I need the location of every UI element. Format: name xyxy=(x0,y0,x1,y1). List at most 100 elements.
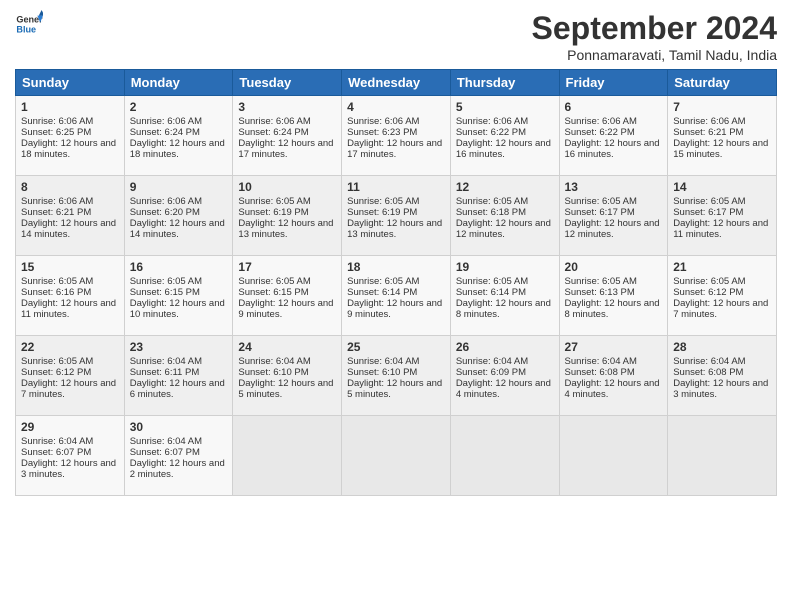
day-number: 1 xyxy=(21,100,119,114)
month-title: September 2024 xyxy=(532,10,777,47)
sunset: Sunset: 6:07 PM xyxy=(21,447,91,458)
sunrise: Sunrise: 6:06 AM xyxy=(456,116,528,127)
daylight: Daylight: 12 hours and 4 minutes. xyxy=(565,378,660,400)
logo-icon: General Blue xyxy=(15,10,43,38)
table-row: 13Sunrise: 6:05 AMSunset: 6:17 PMDayligh… xyxy=(559,176,668,256)
sunset: Sunset: 6:21 PM xyxy=(21,207,91,218)
col-monday: Monday xyxy=(124,70,233,96)
sunset: Sunset: 6:22 PM xyxy=(456,127,526,138)
sunrise: Sunrise: 6:05 AM xyxy=(21,356,93,367)
sunset: Sunset: 6:14 PM xyxy=(347,287,417,298)
sunrise: Sunrise: 6:05 AM xyxy=(21,276,93,287)
sunrise: Sunrise: 6:05 AM xyxy=(238,276,310,287)
day-number: 20 xyxy=(565,260,663,274)
calendar-week: 15Sunrise: 6:05 AMSunset: 6:16 PMDayligh… xyxy=(16,256,777,336)
sunset: Sunset: 6:10 PM xyxy=(238,367,308,378)
daylight: Daylight: 12 hours and 14 minutes. xyxy=(21,218,116,240)
sunrise: Sunrise: 6:05 AM xyxy=(347,196,419,207)
col-thursday: Thursday xyxy=(450,70,559,96)
header-row: Sunday Monday Tuesday Wednesday Thursday… xyxy=(16,70,777,96)
sunrise: Sunrise: 6:06 AM xyxy=(130,196,202,207)
sunrise: Sunrise: 6:05 AM xyxy=(130,276,202,287)
sunrise: Sunrise: 6:05 AM xyxy=(565,196,637,207)
daylight: Daylight: 12 hours and 14 minutes. xyxy=(130,218,225,240)
day-number: 15 xyxy=(21,260,119,274)
table-row xyxy=(450,416,559,496)
col-tuesday: Tuesday xyxy=(233,70,342,96)
daylight: Daylight: 12 hours and 12 minutes. xyxy=(456,218,551,240)
sunset: Sunset: 6:19 PM xyxy=(238,207,308,218)
day-number: 17 xyxy=(238,260,336,274)
sunset: Sunset: 6:15 PM xyxy=(238,287,308,298)
sunset: Sunset: 6:08 PM xyxy=(673,367,743,378)
sunset: Sunset: 6:12 PM xyxy=(21,367,91,378)
sunrise: Sunrise: 6:05 AM xyxy=(238,196,310,207)
table-row: 12Sunrise: 6:05 AMSunset: 6:18 PMDayligh… xyxy=(450,176,559,256)
table-row: 4Sunrise: 6:06 AMSunset: 6:23 PMDaylight… xyxy=(342,96,451,176)
sunset: Sunset: 6:22 PM xyxy=(565,127,635,138)
daylight: Daylight: 12 hours and 12 minutes. xyxy=(565,218,660,240)
daylight: Daylight: 12 hours and 5 minutes. xyxy=(347,378,442,400)
sunset: Sunset: 6:20 PM xyxy=(130,207,200,218)
day-number: 23 xyxy=(130,340,228,354)
table-row: 18Sunrise: 6:05 AMSunset: 6:14 PMDayligh… xyxy=(342,256,451,336)
day-number: 27 xyxy=(565,340,663,354)
sunrise: Sunrise: 6:06 AM xyxy=(130,116,202,127)
sunrise: Sunrise: 6:04 AM xyxy=(673,356,745,367)
day-number: 14 xyxy=(673,180,771,194)
sunset: Sunset: 6:21 PM xyxy=(673,127,743,138)
calendar-week: 1Sunrise: 6:06 AMSunset: 6:25 PMDaylight… xyxy=(16,96,777,176)
day-number: 30 xyxy=(130,420,228,434)
sunset: Sunset: 6:25 PM xyxy=(21,127,91,138)
table-row: 5Sunrise: 6:06 AMSunset: 6:22 PMDaylight… xyxy=(450,96,559,176)
table-row: 21Sunrise: 6:05 AMSunset: 6:12 PMDayligh… xyxy=(668,256,777,336)
table-row: 30Sunrise: 6:04 AMSunset: 6:07 PMDayligh… xyxy=(124,416,233,496)
table-row: 27Sunrise: 6:04 AMSunset: 6:08 PMDayligh… xyxy=(559,336,668,416)
sunset: Sunset: 6:23 PM xyxy=(347,127,417,138)
col-saturday: Saturday xyxy=(668,70,777,96)
daylight: Daylight: 12 hours and 16 minutes. xyxy=(456,138,551,160)
daylight: Daylight: 12 hours and 9 minutes. xyxy=(347,298,442,320)
day-number: 7 xyxy=(673,100,771,114)
header: General Blue September 2024 Ponnamaravat… xyxy=(15,10,777,63)
logo: General Blue xyxy=(15,10,43,38)
day-number: 2 xyxy=(130,100,228,114)
daylight: Daylight: 12 hours and 7 minutes. xyxy=(673,298,768,320)
daylight: Daylight: 12 hours and 8 minutes. xyxy=(565,298,660,320)
day-number: 10 xyxy=(238,180,336,194)
table-row: 24Sunrise: 6:04 AMSunset: 6:10 PMDayligh… xyxy=(233,336,342,416)
day-number: 16 xyxy=(130,260,228,274)
sunrise: Sunrise: 6:06 AM xyxy=(565,116,637,127)
table-row: 28Sunrise: 6:04 AMSunset: 6:08 PMDayligh… xyxy=(668,336,777,416)
table-row: 10 Sunrise: 6:05 AMSunset: 6:19 PMDayligh… xyxy=(233,176,342,256)
daylight: Daylight: 12 hours and 16 minutes. xyxy=(565,138,660,160)
daylight: Daylight: 12 hours and 18 minutes. xyxy=(130,138,225,160)
table-row: 16Sunrise: 6:05 AMSunset: 6:15 PMDayligh… xyxy=(124,256,233,336)
table-row: 19Sunrise: 6:05 AMSunset: 6:14 PMDayligh… xyxy=(450,256,559,336)
table-row: 26Sunrise: 6:04 AMSunset: 6:09 PMDayligh… xyxy=(450,336,559,416)
table-row xyxy=(342,416,451,496)
sunrise: Sunrise: 6:04 AM xyxy=(456,356,528,367)
table-row xyxy=(668,416,777,496)
sunrise: Sunrise: 6:04 AM xyxy=(347,356,419,367)
col-sunday: Sunday xyxy=(16,70,125,96)
daylight: Daylight: 12 hours and 11 minutes. xyxy=(21,298,116,320)
sunset: Sunset: 6:09 PM xyxy=(456,367,526,378)
table-row xyxy=(559,416,668,496)
daylight: Daylight: 12 hours and 18 minutes. xyxy=(21,138,116,160)
day-number: 29 xyxy=(21,420,119,434)
day-number: 22 xyxy=(21,340,119,354)
location-title: Ponnamaravati, Tamil Nadu, India xyxy=(532,47,777,63)
page: General Blue September 2024 Ponnamaravat… xyxy=(0,0,792,506)
table-row: 22Sunrise: 6:05 AMSunset: 6:12 PMDayligh… xyxy=(16,336,125,416)
sunrise: Sunrise: 6:04 AM xyxy=(238,356,310,367)
day-number: 9 xyxy=(130,180,228,194)
sunset: Sunset: 6:24 PM xyxy=(130,127,200,138)
daylight: Daylight: 12 hours and 13 minutes. xyxy=(238,218,333,240)
table-row: 15Sunrise: 6:05 AMSunset: 6:16 PMDayligh… xyxy=(16,256,125,336)
day-number: 28 xyxy=(673,340,771,354)
table-row: 17Sunrise: 6:05 AMSunset: 6:15 PMDayligh… xyxy=(233,256,342,336)
day-number: 18 xyxy=(347,260,445,274)
daylight: Daylight: 12 hours and 6 minutes. xyxy=(130,378,225,400)
table-row: 9 Sunrise: 6:06 AMSunset: 6:20 PMDaylight… xyxy=(124,176,233,256)
